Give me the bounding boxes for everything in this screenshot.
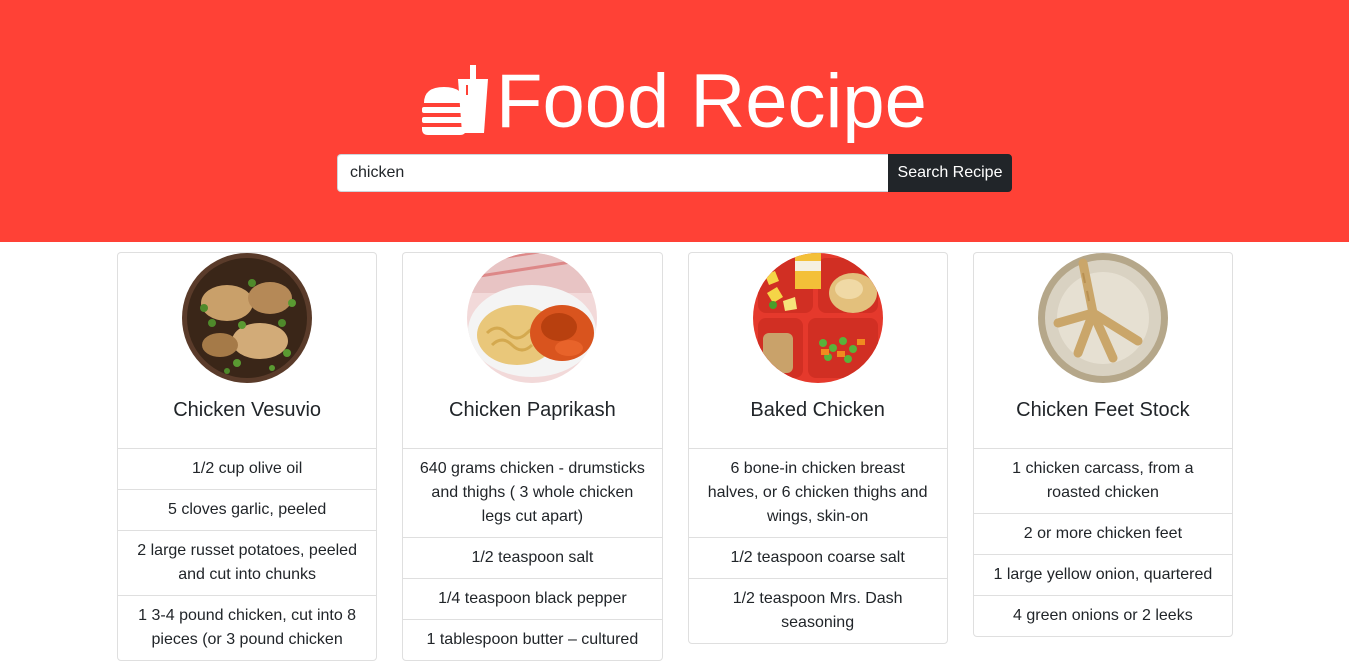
recipe-title: Chicken Feet Stock: [1016, 399, 1190, 421]
ingredient-item: 4 green onions or 2 leeks: [973, 595, 1232, 636]
ingredient-item: 1/2 teaspoon salt: [403, 537, 662, 578]
recipe-card[interactable]: Baked Chicken 6 bone-in chicken breast h…: [687, 252, 948, 644]
recipe-cards: Chicken Vesuvio 1/2 cup olive oil 5 clov…: [117, 252, 1233, 661]
recipe-title: Chicken Paprikash: [449, 399, 616, 421]
ingredient-item: 1 chicken carcass, from a roasted chicke…: [973, 448, 1232, 513]
ingredient-item: 1 large yellow onion, quartered: [973, 554, 1232, 595]
search-input[interactable]: [337, 154, 888, 192]
search-button[interactable]: Search Recipe: [888, 154, 1012, 192]
card-header: Chicken Feet Stock: [974, 253, 1232, 448]
ingredient-item: 1/2 cup olive oil: [118, 448, 377, 489]
chicken-feet-stock-photo: [1037, 253, 1168, 383]
ingredient-item: 640 grams chicken - drumsticks and thigh…: [403, 448, 662, 537]
ingredient-item: 2 large russet potatoes, peeled and cut …: [118, 530, 377, 595]
recipe-title: Baked Chicken: [750, 399, 885, 421]
baked-chicken-photo: [752, 253, 883, 383]
recipe-card[interactable]: Chicken Feet Stock 1 chicken carcass, fr…: [972, 252, 1233, 637]
search-form: Search Recipe: [337, 154, 1012, 192]
ingredient-item: 1/2 teaspoon coarse salt: [688, 537, 947, 578]
card-header: Chicken Paprikash: [403, 253, 661, 448]
ingredient-list: 640 grams chicken - drumsticks and thigh…: [403, 448, 662, 660]
recipe-card[interactable]: Chicken Paprikash 640 grams chicken - dr…: [402, 252, 663, 661]
brand-title: Food Recipe: [496, 59, 927, 144]
hero-header: Food Recipe Search Recipe: [0, 0, 1349, 242]
ingredient-list: 1 chicken carcass, from a roasted chicke…: [973, 448, 1232, 636]
ingredient-item: 2 or more chicken feet: [973, 513, 1232, 554]
burger-and-drink-icon: [422, 65, 490, 137]
ingredient-item: 1/4 teaspoon black pepper: [403, 578, 662, 619]
ingredient-item: 1 3-4 pound chicken, cut into 8 pieces (…: [118, 595, 377, 660]
chicken-paprikash-photo: [467, 253, 598, 383]
ingredient-list: 1/2 cup olive oil 5 cloves garlic, peele…: [118, 448, 377, 660]
brand: Food Recipe: [0, 52, 1349, 152]
ingredient-item: 5 cloves garlic, peeled: [118, 489, 377, 530]
card-header: Chicken Vesuvio: [118, 253, 376, 448]
chicken-vesuvio-photo: [182, 253, 312, 383]
recipe-card[interactable]: Chicken Vesuvio 1/2 cup olive oil 5 clov…: [117, 252, 378, 661]
ingredient-list: 6 bone-in chicken breast halves, or 6 ch…: [688, 448, 947, 643]
card-header: Baked Chicken: [689, 253, 947, 448]
recipe-title: Chicken Vesuvio: [173, 399, 322, 421]
ingredient-item: 1/2 teaspoon Mrs. Dash seasoning: [688, 578, 947, 643]
ingredient-item: 6 bone-in chicken breast halves, or 6 ch…: [688, 448, 947, 537]
